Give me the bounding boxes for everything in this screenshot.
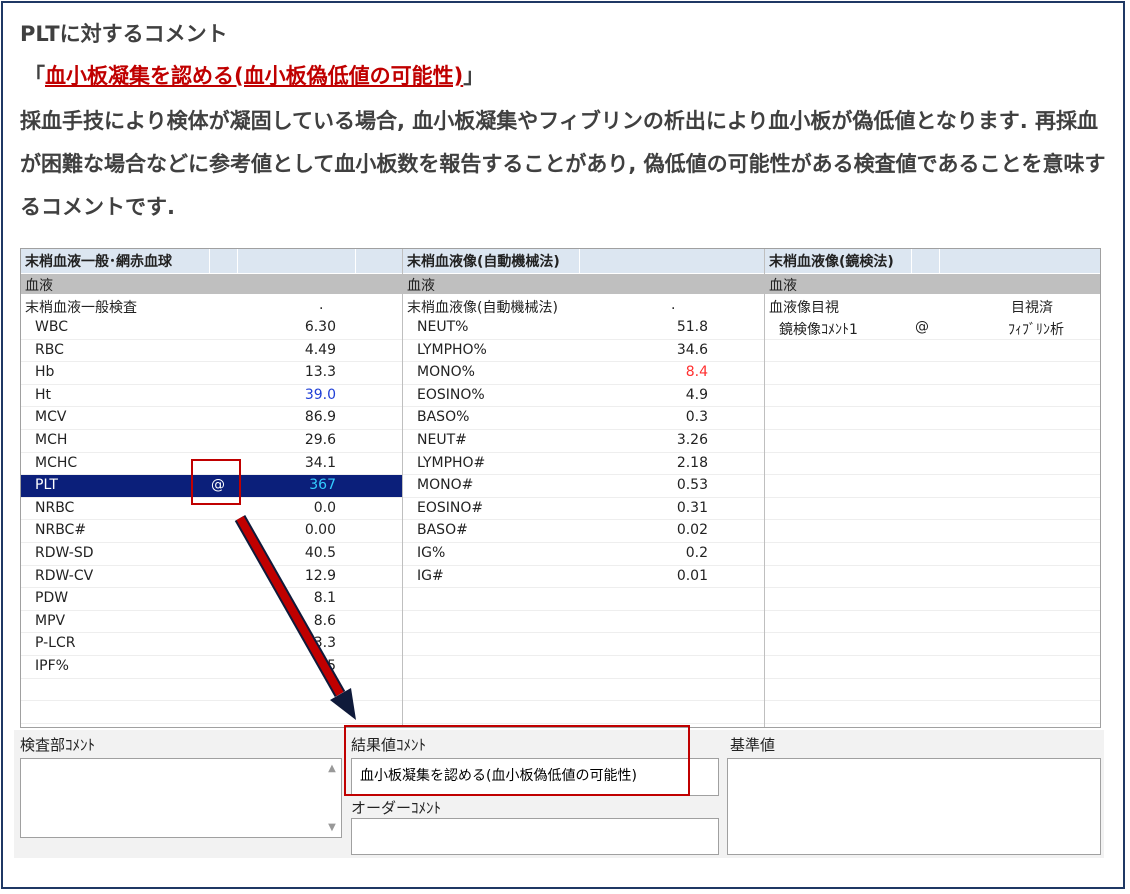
pointer-arrow-icon (234, 515, 356, 720)
